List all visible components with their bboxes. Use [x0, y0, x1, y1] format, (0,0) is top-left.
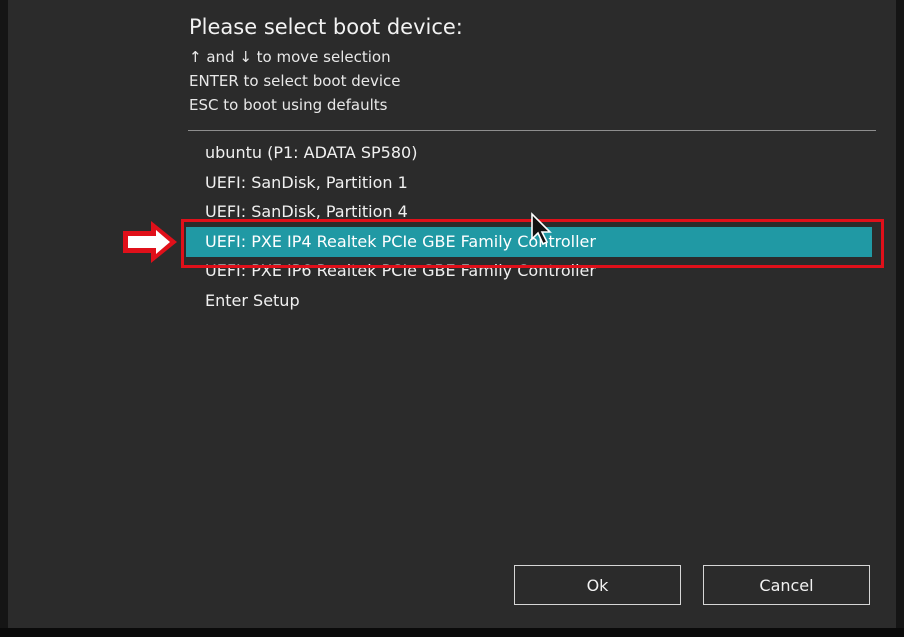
- help-text-select: ENTER to select boot device: [189, 72, 401, 90]
- boot-device-ubuntu[interactable]: ubuntu (P1: ADATA SP580): [186, 138, 872, 168]
- cancel-button[interactable]: Cancel: [703, 565, 870, 605]
- boot-menu-screen: Please select boot device: ↑ and ↓ to mo…: [0, 0, 904, 637]
- boot-device-enter-setup[interactable]: Enter Setup: [186, 286, 872, 316]
- boot-device-pxe-ip4[interactable]: UEFI: PXE IP4 Realtek PCIe GBE Family Co…: [186, 227, 872, 257]
- divider: [188, 130, 876, 131]
- boot-device-sandisk-partition-4[interactable]: UEFI: SanDisk, Partition 4: [186, 197, 872, 227]
- page-title: Please select boot device:: [189, 15, 463, 39]
- help-text-defaults: ESC to boot using defaults: [189, 96, 388, 114]
- boot-device-pxe-ip6[interactable]: UEFI: PXE IP6 Realtek PCIe GBE Family Co…: [186, 256, 872, 286]
- boot-device-sandisk-partition-1[interactable]: UEFI: SanDisk, Partition 1: [186, 168, 872, 198]
- help-text-move: ↑ and ↓ to move selection: [189, 48, 391, 66]
- right-arrow-icon: [123, 221, 177, 263]
- ok-button[interactable]: Ok: [514, 565, 681, 605]
- bottom-edge-bar: [0, 628, 904, 637]
